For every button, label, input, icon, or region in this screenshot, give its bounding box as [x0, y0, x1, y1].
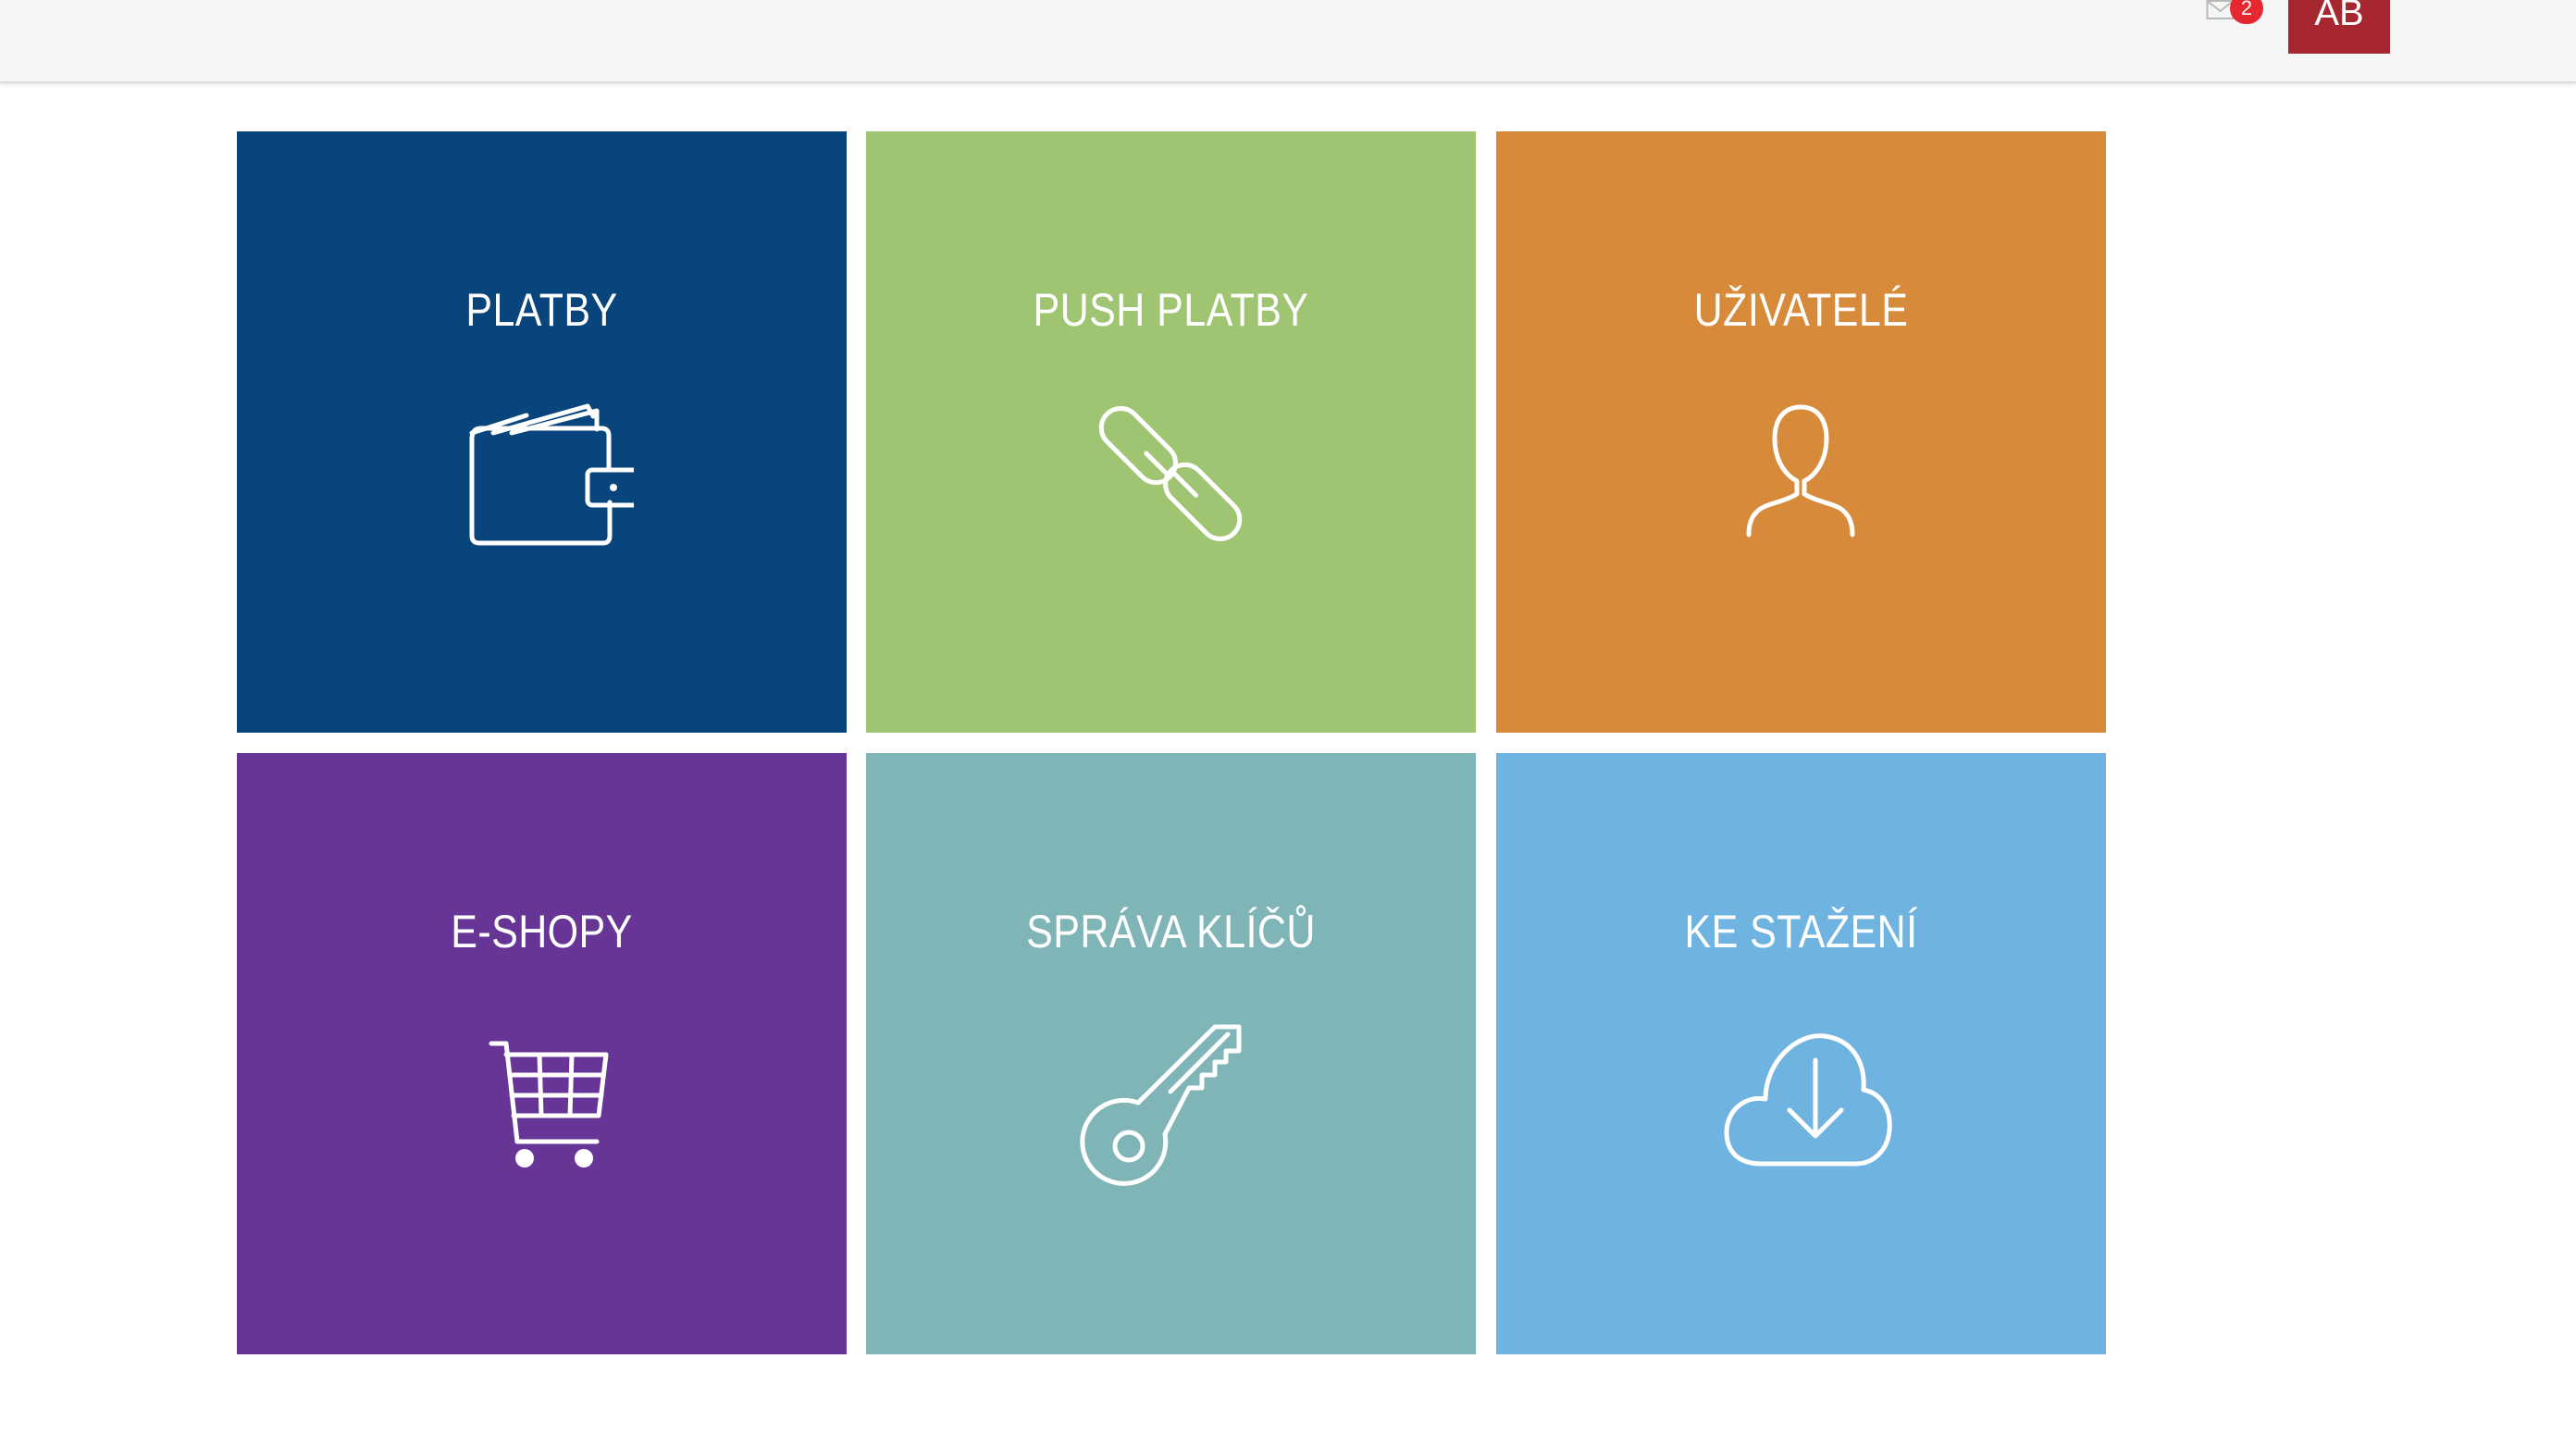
- user-icon: [1708, 381, 1893, 566]
- tile-label: PLATBY: [465, 284, 618, 336]
- tile-e-shopy[interactable]: E-SHOPY: [237, 753, 847, 1354]
- tile-uzivatele[interactable]: UŽIVATELÉ: [1496, 131, 2106, 733]
- tile-label: E-SHOPY: [451, 906, 633, 957]
- tile-ke-stazeni[interactable]: KE STAŽENÍ: [1496, 753, 2106, 1354]
- tile-push-platby[interactable]: PUSH PLATBY: [866, 131, 1476, 733]
- tile-sprava-klicu[interactable]: SPRÁVA KLÍČŮ: [866, 753, 1476, 1354]
- wallet-icon: [449, 381, 634, 566]
- tile-platby[interactable]: PLATBY: [237, 131, 847, 733]
- cart-icon: [449, 1003, 634, 1188]
- tile-label: KE STAŽENÍ: [1684, 906, 1918, 957]
- tile-label: PUSH PLATBY: [1033, 284, 1309, 336]
- dashboard-tiles: PLATBY PUSH PLATBY UŽIVATELÉ E-SHOPY SPR…: [237, 131, 2106, 1354]
- user-avatar-button[interactable]: AB: [2288, 0, 2390, 54]
- messages-button[interactable]: 2: [2206, 0, 2263, 24]
- tile-label: UŽIVATELÉ: [1693, 284, 1909, 336]
- tile-label: SPRÁVA KLÍČŮ: [1026, 906, 1316, 957]
- cloud-download-icon: [1708, 1003, 1893, 1188]
- link-icon: [1078, 381, 1263, 566]
- key-icon: [1078, 1003, 1263, 1188]
- unread-count-badge: 2: [2230, 0, 2263, 24]
- top-bar: 2 AB: [0, 0, 2576, 83]
